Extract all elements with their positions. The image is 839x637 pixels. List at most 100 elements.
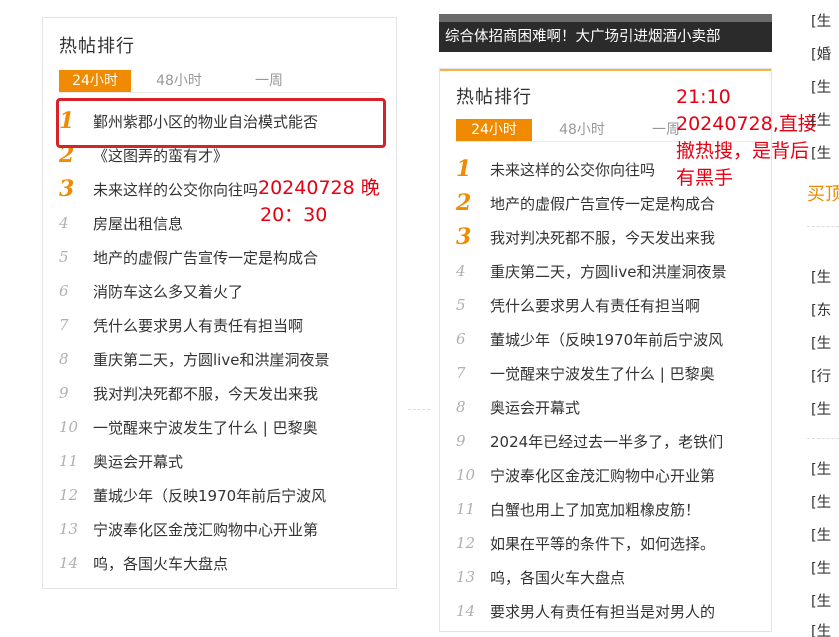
right-post-list: 1 未来这样的公交你向往吗 2 地产的虚假广告宣传一定是构成合 3 我对判决死都不服，今天… [456,152,767,628]
post-title-link[interactable]: 奥运会开幕式 [490,397,580,418]
post-title-link[interactable]: 要求男人有责任有担当是对男人的 [490,601,715,622]
edge-promo[interactable]: 买顶 [807,180,839,206]
post-row[interactable]: 7 一觉醒来宁波发生了什么 | 巴黎奥 [456,356,767,390]
post-title-link[interactable]: 宁波奉化区金茂汇购物中心开业第 [490,465,715,486]
post-title-link[interactable]: 未来这样的公交你向往吗 [490,159,655,180]
post-row[interactable]: 11 白蟹也用上了加宽加粗橡皮筋！ [456,492,767,526]
edge-link[interactable]: [生 [811,76,831,97]
post-row[interactable]: 8 奥运会开幕式 [456,390,767,424]
rank-number: 10 [59,418,79,436]
news-banner[interactable]: 综合体招商困难啊！大广场引进烟酒小卖部 [439,14,772,52]
right-panel-title: 热帖排行 [456,87,532,108]
post-row[interactable]: 5 地产的虚假广告宣传一定是构成合 [59,240,392,274]
edge-link[interactable]: [生 [811,142,831,163]
post-title-link[interactable]: 未来这样的公交你向往吗 [93,179,258,200]
right-annotation-line: 20240728,直接 [676,113,817,135]
post-row[interactable]: 10 一觉醒来宁波发生了什么 | 巴黎奥 [59,410,392,444]
post-title-link[interactable]: 凭什么要求男人有责任有担当啊 [93,315,303,336]
post-row[interactable]: 9 2024年已经过去一半多了，老铁们 [456,424,767,458]
edge-link[interactable]: [东 [811,299,831,320]
post-title-link[interactable]: 呜，各国火车大盘点 [93,553,228,574]
post-title-link[interactable]: 一觉醒来宁波发生了什么 | 巴黎奥 [490,363,715,384]
edge-link[interactable]: [生 [811,557,831,578]
post-row[interactable]: 9 我对判决死都不服，今天发出来我 [59,376,392,410]
post-title-link[interactable]: 2024年已经过去一半多了，老铁们 [490,431,723,452]
edge-link[interactable]: [生 [811,491,831,512]
post-title-link[interactable]: 我对判决死都不服，今天发出来我 [490,227,715,248]
edge-link[interactable]: [生 [811,332,831,353]
right-annotation-line: 撤热搜，是背后 [676,140,810,162]
post-row[interactable]: 7 凭什么要求男人有责任有担当啊 [59,308,392,342]
divider [807,438,839,439]
rank-number: 1 [456,156,472,182]
rank-number: 2 [456,190,472,216]
rank-number: 9 [59,384,69,402]
rank-number: 13 [456,568,476,586]
post-row[interactable]: 13 宁波奉化区金茂汇购物中心开业第 [59,512,392,546]
rank-number: 14 [59,554,79,572]
rank-number: 4 [456,262,466,280]
edge-link[interactable]: [生 [811,524,831,545]
rank-number: 3 [456,224,472,250]
post-row[interactable]: 14 要求男人有责任有担当是对男人的 [456,594,767,628]
edge-link[interactable]: [生 [811,590,831,611]
rank-number: 9 [456,432,466,450]
rank-number: 6 [456,330,466,348]
post-title-link[interactable]: 奥运会开幕式 [93,451,183,472]
divider [807,226,839,227]
post-row[interactable]: 5 凭什么要求男人有责任有担当啊 [456,288,767,322]
post-title-link[interactable]: 董城少年（反映1970年前后宁波风 [490,329,723,350]
post-title-link[interactable]: 呜，各国火车大盘点 [490,567,625,588]
banner-caption[interactable]: 综合体招商困难啊！大广场引进烟酒小卖部 [445,25,721,46]
rank-number: 3 [59,176,75,202]
edge-link[interactable]: [生 [811,266,831,287]
edge-link[interactable]: [行 [811,365,831,386]
edge-link[interactable]: [生 [811,398,831,419]
post-row[interactable]: 11 奥运会开幕式 [59,444,392,478]
post-row[interactable]: 4 重庆第二天，方圆live和洪崖洞夜景 [456,254,767,288]
post-row[interactable]: 10 宁波奉化区金茂汇购物中心开业第 [456,458,767,492]
right-tab-48h[interactable]: 48小时 [542,119,622,141]
rank-number: 7 [456,364,466,382]
left-panel-title: 热帖排行 [59,36,135,57]
post-title-link[interactable]: 一觉醒来宁波发生了什么 | 巴黎奥 [93,417,318,438]
post-row[interactable]: 13 呜，各国火车大盘点 [456,560,767,594]
rank-number: 7 [59,316,69,334]
left-tab-48h[interactable]: 48小时 [139,70,219,92]
post-row[interactable]: 3 我对判决死都不服，今天发出来我 [456,220,767,254]
post-title-link[interactable]: 宁波奉化区金茂汇购物中心开业第 [93,519,318,540]
post-title-link[interactable]: 房屋出租信息 [93,213,183,234]
left-tab-24h[interactable]: 24小时 [59,70,131,92]
left-tab-week[interactable]: 一周 [229,70,309,92]
post-title-link[interactable]: 如果在平等的条件下，如何选择。 [490,533,715,554]
rank-number: 12 [59,486,79,504]
edge-link[interactable]: [生 [811,620,831,637]
edge-link[interactable]: [婚 [811,43,831,64]
post-title-link[interactable]: 重庆第二天，方圆live和洪崖洞夜景 [93,349,329,370]
rank-number: 4 [59,214,69,232]
post-title-link[interactable]: 重庆第二天，方圆live和洪崖洞夜景 [490,261,726,282]
edge-link[interactable]: [生 [811,10,831,31]
post-row[interactable]: 12 董城少年（反映1970年前后宁波风 [59,478,392,512]
right-tab-24h[interactable]: 24小时 [456,119,532,141]
post-title-link[interactable]: 董城少年（反映1970年前后宁波风 [93,485,326,506]
post-title-link[interactable]: 凭什么要求男人有责任有担当啊 [490,295,700,316]
right-edge-column: [生 [婚 [生 [生 [生 买顶 [生 [东 [生 [行 [生 [生 [生 [… [807,0,839,637]
post-title-link[interactable]: 消防车这么多又着火了 [93,281,243,302]
post-title-link[interactable]: 地产的虚假广告宣传一定是构成合 [490,193,715,214]
edge-link[interactable]: [生 [811,109,831,130]
post-row[interactable]: 8 重庆第二天，方圆live和洪崖洞夜景 [59,342,392,376]
right-annotation-line: 有黑手 [676,167,734,189]
post-title-link[interactable]: 地产的虚假广告宣传一定是构成合 [93,247,318,268]
rank-number: 8 [59,350,69,368]
post-title-link[interactable]: 我对判决死都不服，今天发出来我 [93,383,318,404]
post-row[interactable]: 6 消防车这么多又着火了 [59,274,392,308]
left-annotation: 20240728 晚 20：30 [258,175,380,229]
edge-link[interactable]: [生 [811,458,831,479]
post-row[interactable]: 12 如果在平等的条件下，如何选择。 [456,526,767,560]
post-row[interactable]: 6 董城少年（反映1970年前后宁波风 [456,322,767,356]
rank-number: 10 [456,466,476,484]
post-row[interactable]: 14 呜，各国火车大盘点 [59,546,392,580]
post-title-link[interactable]: 白蟹也用上了加宽加粗橡皮筋！ [490,499,700,520]
highlight-box [56,98,386,148]
